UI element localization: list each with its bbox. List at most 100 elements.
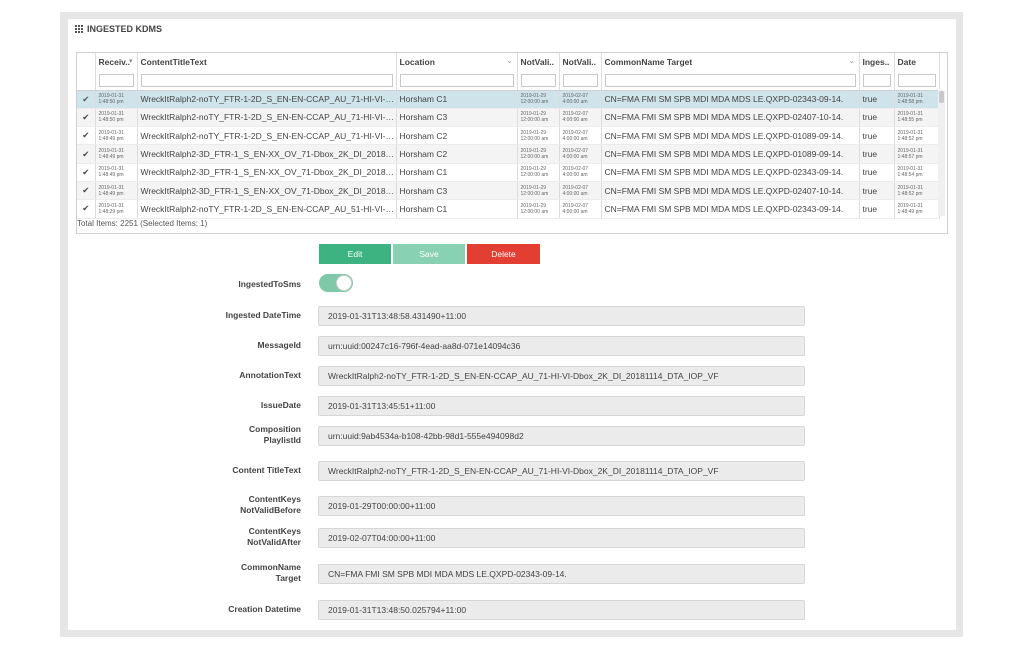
filter-icon[interactable]: ▾ [129, 57, 133, 65]
cell-not-valid-after: 2019-02-07 4:00:00 am [559, 199, 602, 219]
grid-scrollbar[interactable] [938, 90, 945, 216]
field-value[interactable]: urn:uuid:00247c16-796f-4ead-aa8d-071e140… [318, 336, 805, 356]
chevron-down-icon[interactable]: ⌄ [849, 57, 855, 65]
checkmark-icon[interactable]: ✔ [82, 130, 89, 140]
cell-date: 2019-01-31 1:48:49 pm [894, 199, 940, 219]
chevron-down-icon[interactable]: ⌄ [507, 57, 513, 65]
cell-common-name: CN=FMA FMI SM SPB MDI MDA MDS LE.QXPD-02… [601, 108, 860, 128]
table-row[interactable]: ✔ 2019-01-31 1:48:50 pm WreckItRalph2-noTY… [77, 90, 940, 109]
field-label: Composition PlaylistId [249, 424, 301, 445]
column-header-ingested[interactable]: Inges.. [859, 53, 895, 71]
row-checkbox[interactable]: ✔ [77, 199, 96, 219]
filter-received-input[interactable] [98, 73, 134, 87]
field-label: IssueDate [260, 400, 301, 410]
toggle-knob [336, 275, 352, 291]
row-checkbox[interactable]: ✔ [77, 108, 96, 128]
cell-common-name: CN=FMA FMI SM SPB MDI MDA MDS LE.QXPD-01… [601, 126, 860, 146]
cell-content-title: WreckItRalph2-noTY_FTR-1-2D_S_EN-EN-CCAP… [137, 90, 397, 109]
cell-not-valid-after: 2019-02-07 4:00:00 am [559, 108, 602, 128]
column-header-not-valid-after[interactable]: NotVali.. [559, 53, 602, 71]
field-value[interactable]: 2019-01-31T13:45:51+11:00 [318, 396, 805, 416]
row-checkbox[interactable]: ✔ [77, 126, 96, 146]
checkmark-icon[interactable]: ✔ [82, 185, 89, 195]
cell-ingested: true [859, 163, 895, 182]
field-value[interactable]: 2019-01-31T13:48:58.431490+11:00 [318, 306, 805, 326]
filter-date-input[interactable] [897, 73, 936, 87]
row-checkbox[interactable]: ✔ [77, 144, 96, 164]
cell-location: Horsham C3 [396, 108, 518, 128]
cell-not-valid-before: 2019-01-29 12:00:00 am [517, 90, 560, 109]
checkmark-icon[interactable]: ✔ [82, 167, 89, 177]
filter-title-input[interactable] [140, 73, 393, 87]
cell-received: 2019-01-31 1:48:49 pm [95, 126, 138, 146]
table-row[interactable]: ✔ 2019-01-31 1:48:50 pm WreckItRalph2-noTY… [77, 108, 940, 128]
filter-location-input[interactable] [399, 73, 514, 87]
filter-nvb-input[interactable] [520, 73, 556, 87]
checkmark-icon[interactable]: ✔ [82, 112, 89, 122]
cell-not-valid-before: 2019-01-29 12:00:00 am [517, 144, 560, 164]
grid-icon [75, 25, 83, 33]
cell-received: 2019-01-31 1:48:49 pm [95, 144, 138, 164]
filter-ingested-input[interactable] [862, 73, 891, 87]
table-row[interactable]: ✔ 2019-01-31 1:48:49 pm WreckItRalph2-3D_F… [77, 144, 940, 164]
table-row[interactable]: ✔ 2019-01-31 1:48:49 pm WreckItRalph2-3D_F… [77, 163, 940, 182]
checkmark-icon[interactable]: ✔ [82, 203, 89, 213]
ingested-to-sms-toggle[interactable] [319, 274, 353, 292]
cell-content-title: WreckItRalph2-noTY_FTR-1-2D_S_EN-EN-CCAP… [137, 126, 397, 146]
cell-not-valid-before: 2019-01-29 12:00:00 am [517, 163, 560, 182]
cell-not-valid-after: 2019-02-07 4:00:00 am [559, 126, 602, 146]
field-value[interactable]: WreckItRalph2-noTY_FTR-1-2D_S_EN-EN-CCAP… [318, 461, 805, 481]
field-label: CommonName Target [241, 562, 301, 583]
field-value[interactable]: 2019-01-31T13:48:50.025794+11:00 [318, 600, 805, 620]
field-value[interactable]: WreckItRalph2-noTY_FTR-1-2D_S_EN-EN-CCAP… [318, 366, 805, 386]
row-checkbox[interactable]: ✔ [77, 90, 96, 109]
cell-content-title: WreckItRalph2-3D_FTR-1_S_EN-XX_OV_71-Dbo… [137, 144, 397, 164]
row-checkbox[interactable]: ✔ [77, 181, 96, 201]
cell-common-name: CN=FMA FMI SM SPB MDI MDA MDS LE.QXPD-02… [601, 181, 860, 201]
field-label: Ingested DateTime [225, 310, 301, 320]
cell-received: 2019-01-31 1:48:49 pm [95, 181, 138, 201]
table-row[interactable]: ✔ 2019-01-31 1:48:49 pm WreckItRalph2-noTY… [77, 126, 940, 146]
filter-nva-input[interactable] [562, 73, 598, 87]
field-label: ContentKeys NotValidAfter [247, 526, 301, 547]
column-header-common-name[interactable]: CommonName Target ⌄ [601, 53, 860, 71]
cell-content-title: WreckItRalph2-3D_FTR-1_S_EN-XX_OV_71-Dbo… [137, 181, 397, 201]
cell-location: Horsham C1 [396, 90, 518, 109]
delete-button[interactable]: Delete [467, 244, 540, 264]
table-row[interactable]: ✔ 2019-01-31 1:48:29 pm WreckItRalph2-noTY… [77, 199, 940, 219]
row-checkbox[interactable]: ✔ [77, 163, 96, 182]
field-label: Content TitleText [232, 465, 301, 475]
cell-location: Horsham C1 [396, 199, 518, 219]
save-button[interactable]: Save [393, 244, 465, 264]
cell-common-name: CN=FMA FMI SM SPB MDI MDA MDS LE.QXPD-02… [601, 199, 860, 219]
column-header-location[interactable]: Location ⌄ [396, 53, 518, 71]
cell-ingested: true [859, 126, 895, 146]
column-header-content-title[interactable]: ContentTitleText [137, 53, 397, 71]
panel-header: INGESTED KDMS [75, 24, 162, 34]
column-header-not-valid-before[interactable]: NotVali.. [517, 53, 560, 71]
checkmark-icon[interactable]: ✔ [82, 94, 89, 104]
cell-content-title: WreckItRalph2-3D_FTR-1_S_EN-XX_OV_71-Dbo… [137, 163, 397, 182]
cell-date: 2019-01-31 1:48:58 pm [894, 90, 940, 109]
cell-date: 2019-01-31 1:48:55 pm [894, 108, 940, 128]
cell-not-valid-after: 2019-02-07 4:00:00 am [559, 163, 602, 182]
cell-date: 2019-01-31 1:48:57 pm [894, 144, 940, 164]
column-header-date[interactable]: Date [894, 53, 940, 71]
table-row[interactable]: ✔ 2019-01-31 1:48:49 pm WreckItRalph2-3D_F… [77, 181, 940, 201]
select-all-header[interactable] [77, 53, 96, 71]
checkmark-icon[interactable]: ✔ [82, 149, 89, 159]
field-value[interactable]: 2019-01-29T00:00:00+11:00 [318, 496, 805, 516]
column-header-received[interactable]: Receiv.. ▾ [95, 53, 138, 71]
field-label: Creation Datetime [228, 604, 301, 614]
cell-content-title: WreckItRalph2-noTY_FTR-1-2D_S_EN-EN-CCAP… [137, 108, 397, 128]
field-value[interactable]: urn:uuid:9ab4534a-b108-42bb-98d1-555e494… [318, 426, 805, 446]
edit-button[interactable]: Edit [319, 244, 391, 264]
cell-content-title: WreckItRalph2-noTY_FTR-1-2D_S_EN-EN-CCAP… [137, 199, 397, 219]
scrollbar-thumb[interactable] [939, 91, 944, 103]
cell-received: 2019-01-31 1:48:49 pm [95, 163, 138, 182]
kdm-grid: Receiv.. ▾ ContentTitleText Location ⌄ Not… [76, 52, 948, 234]
field-value[interactable]: CN=FMA FMI SM SPB MDI MDA MDS LE.QXPD-02… [318, 564, 805, 584]
field-value[interactable]: 2019-02-07T04:00:00+11:00 [318, 528, 805, 548]
cell-ingested: true [859, 108, 895, 128]
filter-cn-input[interactable] [604, 73, 856, 87]
